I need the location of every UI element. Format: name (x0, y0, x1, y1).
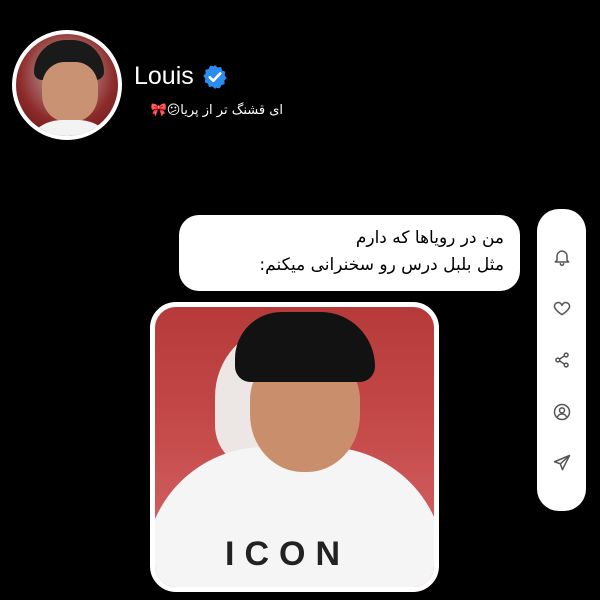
profile-icon[interactable] (552, 402, 572, 422)
message-line-2: مثل بلبل درس رو سخنرانی میکنم: (259, 255, 504, 275)
verified-badge-icon (203, 64, 227, 89)
photo-hair (235, 312, 375, 382)
share-icon[interactable] (552, 350, 572, 370)
profile-avatar[interactable] (12, 30, 122, 140)
attached-photo[interactable]: ICON (150, 302, 439, 592)
action-sidebar (537, 209, 586, 511)
bell-icon[interactable] (552, 247, 572, 267)
message-line-1: من در رویاها که دارم (355, 228, 504, 248)
shirt-print-text: ICON (225, 535, 350, 573)
heart-icon[interactable] (552, 298, 572, 318)
message-bubble: من در رویاها که دارم مثل بلبل درس رو سخن… (179, 215, 520, 291)
avatar-shirt (22, 120, 118, 136)
avatar-face (42, 62, 98, 122)
profile-header: Louis (134, 62, 228, 91)
profile-name[interactable]: Louis (134, 62, 194, 91)
profile-bio: ای قشنگ تر از پریا😕🎀 (150, 103, 283, 118)
send-icon[interactable] (552, 453, 572, 473)
